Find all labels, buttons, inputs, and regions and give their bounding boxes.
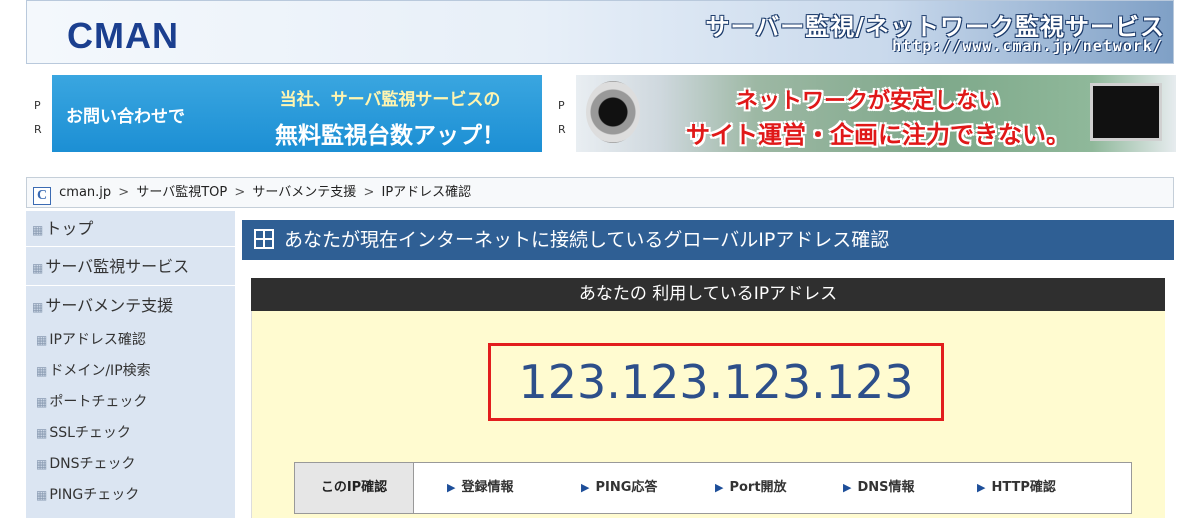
sidebar-item-ping-check[interactable]: ▦ PINGチェック (26, 480, 235, 511)
pr-label-p: P (34, 99, 41, 112)
breadcrumb: C cman.jp > サーバ監視TOP > サーバメンテ支援 > IPアドレス… (26, 177, 1174, 208)
sidebar-item-port-check[interactable]: ▦ ポートチェック (26, 387, 235, 418)
cman-logo[interactable]: CMAN (67, 15, 179, 57)
ad-banner-network-line1: ネットワークが安定しない (736, 89, 1001, 114)
monitor-icon (1090, 83, 1162, 141)
triangle-right-icon: ▶ (447, 481, 456, 494)
sidebar-item-top[interactable]: ▦ トップ (26, 211, 235, 247)
sidebar-item-label: ポートチェック (49, 394, 148, 410)
breadcrumb-item-monitor-top[interactable]: サーバ監視TOP (136, 185, 227, 200)
ad-banner-monitoring[interactable]: お問い合わせで 当社、サーバ監視サービスの 無料監視台数アップ！ (52, 75, 542, 152)
grid-bullet-icon: ▦ (36, 364, 48, 378)
ip-check-label: このIP確認 (295, 463, 414, 513)
grid-icon (254, 229, 274, 249)
grid-bullet-icon: ▦ (32, 223, 44, 237)
sidebar-item-label: トップ (45, 219, 94, 238)
ad-banner-contact-text: お問い合わせで (66, 107, 185, 127)
header-url: http://www.cman.jp/network/ (892, 37, 1163, 55)
grid-bullet-icon: ▦ (36, 426, 48, 440)
sidebar: ▦ トップ ▦ サーバ監視サービス ▦ サーバメンテ支援 ▦ IPアドレス確認 ▦ ドメイ… (26, 211, 235, 518)
sidebar-item-label: ドメイン/IP検索 (49, 363, 151, 379)
sidebar-item-label: IPアドレス確認 (49, 332, 146, 348)
breadcrumb-item-home[interactable]: cman.jp (59, 185, 111, 200)
sidebar-item-label: PINGチェック (49, 487, 140, 503)
breadcrumb-separator: > (234, 185, 246, 200)
ip-check-links: このIP確認 ▶ 登録情報 ▶ PING応答 ▶ Port開放 ▶ DNS情報 ▶ HTT… (294, 462, 1132, 514)
cman-c-icon: C (33, 187, 51, 205)
link-registration-info[interactable]: ▶ 登録情報 (447, 463, 513, 513)
link-dns-info[interactable]: ▶ DNS情報 (843, 463, 915, 513)
page-title-text: あなたが現在インターネットに接続しているグローバルIPアドレス確認 (284, 229, 890, 251)
link-port-open[interactable]: ▶ Port開放 (715, 463, 787, 513)
breadcrumb-separator: > (363, 185, 375, 200)
ad-banner-network-line2: サイト運営・企画に注力できない。 (686, 121, 1070, 149)
ip-section-header: あなたの 利用しているIPアドレス (251, 278, 1165, 311)
breadcrumb-separator: > (118, 185, 130, 200)
sidebar-item-monitoring[interactable]: ▦ サーバ監視サービス (26, 248, 235, 286)
breadcrumb-item-maintenance[interactable]: サーバメンテ支援 (252, 185, 356, 200)
grid-bullet-icon: ▦ (36, 457, 48, 471)
link-label: DNS情報 (857, 480, 915, 495)
page-title: あなたが現在インターネットに接続しているグローバルIPアドレス確認 (242, 220, 1174, 260)
sidebar-item-label: DNSチェック (49, 456, 136, 472)
link-label: Port開放 (729, 480, 787, 495)
sidebar-item-maintenance[interactable]: ▦ サーバメンテ支援 (26, 287, 235, 325)
link-label: 登録情報 (461, 480, 514, 495)
ad-banner-network[interactable]: ネットワークが安定しない サイト運営・企画に注力できない。 (576, 75, 1176, 152)
grid-bullet-icon: ▦ (36, 395, 48, 409)
pr-label-r: R (34, 123, 42, 136)
ad-banner-line2: 無料監視台数アップ！ (275, 123, 505, 149)
sidebar-item-label: サーバ監視サービス (45, 257, 190, 276)
grid-bullet-icon: ▦ (36, 488, 48, 502)
site-header: CMAN サーバー監視/ネットワーク監視サービス http://www.cman… (26, 0, 1174, 64)
link-label: PING応答 (595, 480, 658, 495)
triangle-right-icon: ▶ (977, 481, 986, 494)
sidebar-item-ssl-check[interactable]: ▦ SSLチェック (26, 418, 235, 449)
sidebar-item-domain-search[interactable]: ▦ ドメイン/IP検索 (26, 356, 235, 387)
triangle-right-icon: ▶ (581, 481, 590, 494)
triangle-right-icon: ▶ (843, 481, 852, 494)
triangle-right-icon: ▶ (715, 481, 724, 494)
grid-bullet-icon: ▦ (36, 333, 48, 347)
link-http-check[interactable]: ▶ HTTP確認 (977, 463, 1056, 513)
link-label: HTTP確認 (991, 480, 1056, 495)
camera-icon (586, 81, 640, 143)
sidebar-item-dns-check[interactable]: ▦ DNSチェック (26, 449, 235, 480)
grid-bullet-icon: ▦ (32, 300, 44, 314)
grid-bullet-icon: ▦ (32, 261, 44, 275)
ad-banner-offer: 当社、サーバ監視サービスの 無料監視台数アップ！ (240, 85, 540, 150)
link-ping-response[interactable]: ▶ PING応答 (581, 463, 657, 513)
sidebar-item-label: SSLチェック (49, 425, 131, 441)
ip-address-value: 123.123.123.123 (488, 343, 944, 421)
pr-label-p-2: P (558, 99, 565, 112)
sidebar-item-ip-check[interactable]: ▦ IPアドレス確認 (26, 325, 235, 356)
sidebar-item-label: サーバメンテ支援 (45, 296, 174, 315)
ad-banner-line1: 当社、サーバ監視サービスの (279, 90, 501, 110)
pr-label-r-2: R (558, 123, 566, 136)
breadcrumb-item-current: IPアドレス確認 (381, 185, 472, 200)
